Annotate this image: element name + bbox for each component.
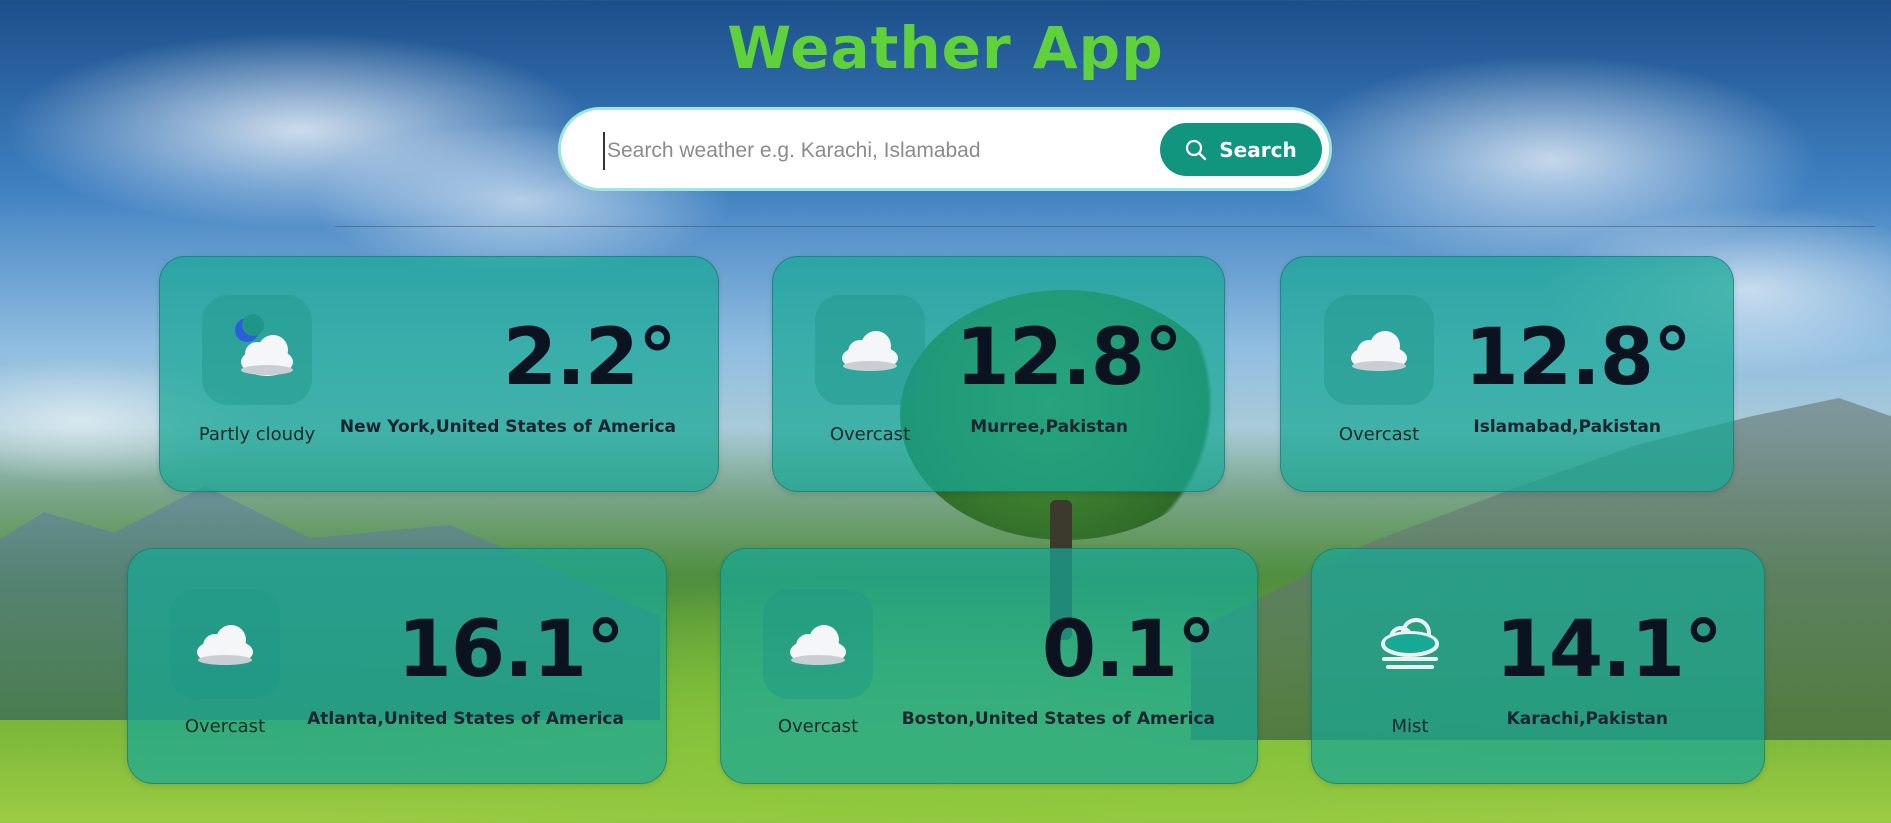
weather-card-boston[interactable]: Overcast 0.1° Boston,United States of Am… <box>720 548 1258 784</box>
search-button[interactable]: Search <box>1160 123 1322 176</box>
location: Boston,United States of America <box>901 709 1215 729</box>
mist-icon <box>1381 618 1439 669</box>
weather-icon-tile <box>1324 295 1434 405</box>
weather-card-atlanta[interactable]: Overcast 16.1° Atlanta,United States of … <box>127 548 667 784</box>
location: Islamabad,Pakistan <box>1473 417 1661 437</box>
search-input[interactable] <box>603 132 1129 170</box>
search-bar: Search <box>558 107 1332 191</box>
location: Murree,Pakistan <box>970 417 1128 437</box>
cloud-icon <box>790 625 846 665</box>
weather-card-murree[interactable]: Overcast 12.8° Murree,Pakistan <box>772 256 1225 492</box>
weather-card-islamabad[interactable]: Overcast 12.8° Islamabad,Pakistan <box>1280 256 1734 492</box>
search-icon <box>1185 139 1207 161</box>
cloud-icon <box>842 331 898 371</box>
temperature: 14.1° <box>1495 605 1723 695</box>
cloud-icon <box>1351 331 1407 371</box>
weather-condition: Overcast <box>829 424 911 445</box>
app-title: Weather App <box>727 14 1164 82</box>
weather-condition: Mist <box>1391 716 1429 737</box>
temperature: 12.8° <box>1464 313 1692 403</box>
header-divider <box>335 226 1875 227</box>
weather-icon-tile <box>202 295 312 405</box>
weather-condition: Partly cloudy <box>198 424 316 445</box>
search-button-label: Search <box>1219 137 1297 162</box>
cloud-icon <box>197 625 253 665</box>
weather-icon-tile <box>170 589 280 699</box>
weather-icon-tile <box>763 589 873 699</box>
temperature: 12.8° <box>955 313 1183 403</box>
location: Karachi,Pakistan <box>1506 709 1668 729</box>
temperature: 2.2° <box>502 313 677 403</box>
temperature: 16.1° <box>397 605 625 695</box>
weather-card-new-york[interactable]: Partly cloudy 2.2° New York,United State… <box>159 256 719 492</box>
weather-card-karachi[interactable]: Mist 14.1° Karachi,Pakistan <box>1311 548 1765 784</box>
weather-condition: Overcast <box>1338 424 1420 445</box>
weather-icon-tile <box>1355 589 1465 699</box>
weather-condition: Overcast <box>777 716 859 737</box>
weather-condition: Overcast <box>184 716 266 737</box>
temperature: 0.1° <box>1041 605 1216 695</box>
location: New York,United States of America <box>339 417 676 437</box>
location: Atlanta,United States of America <box>307 709 624 729</box>
weather-icon-tile <box>815 295 925 405</box>
partly-cloudy-night-icon <box>235 314 293 376</box>
